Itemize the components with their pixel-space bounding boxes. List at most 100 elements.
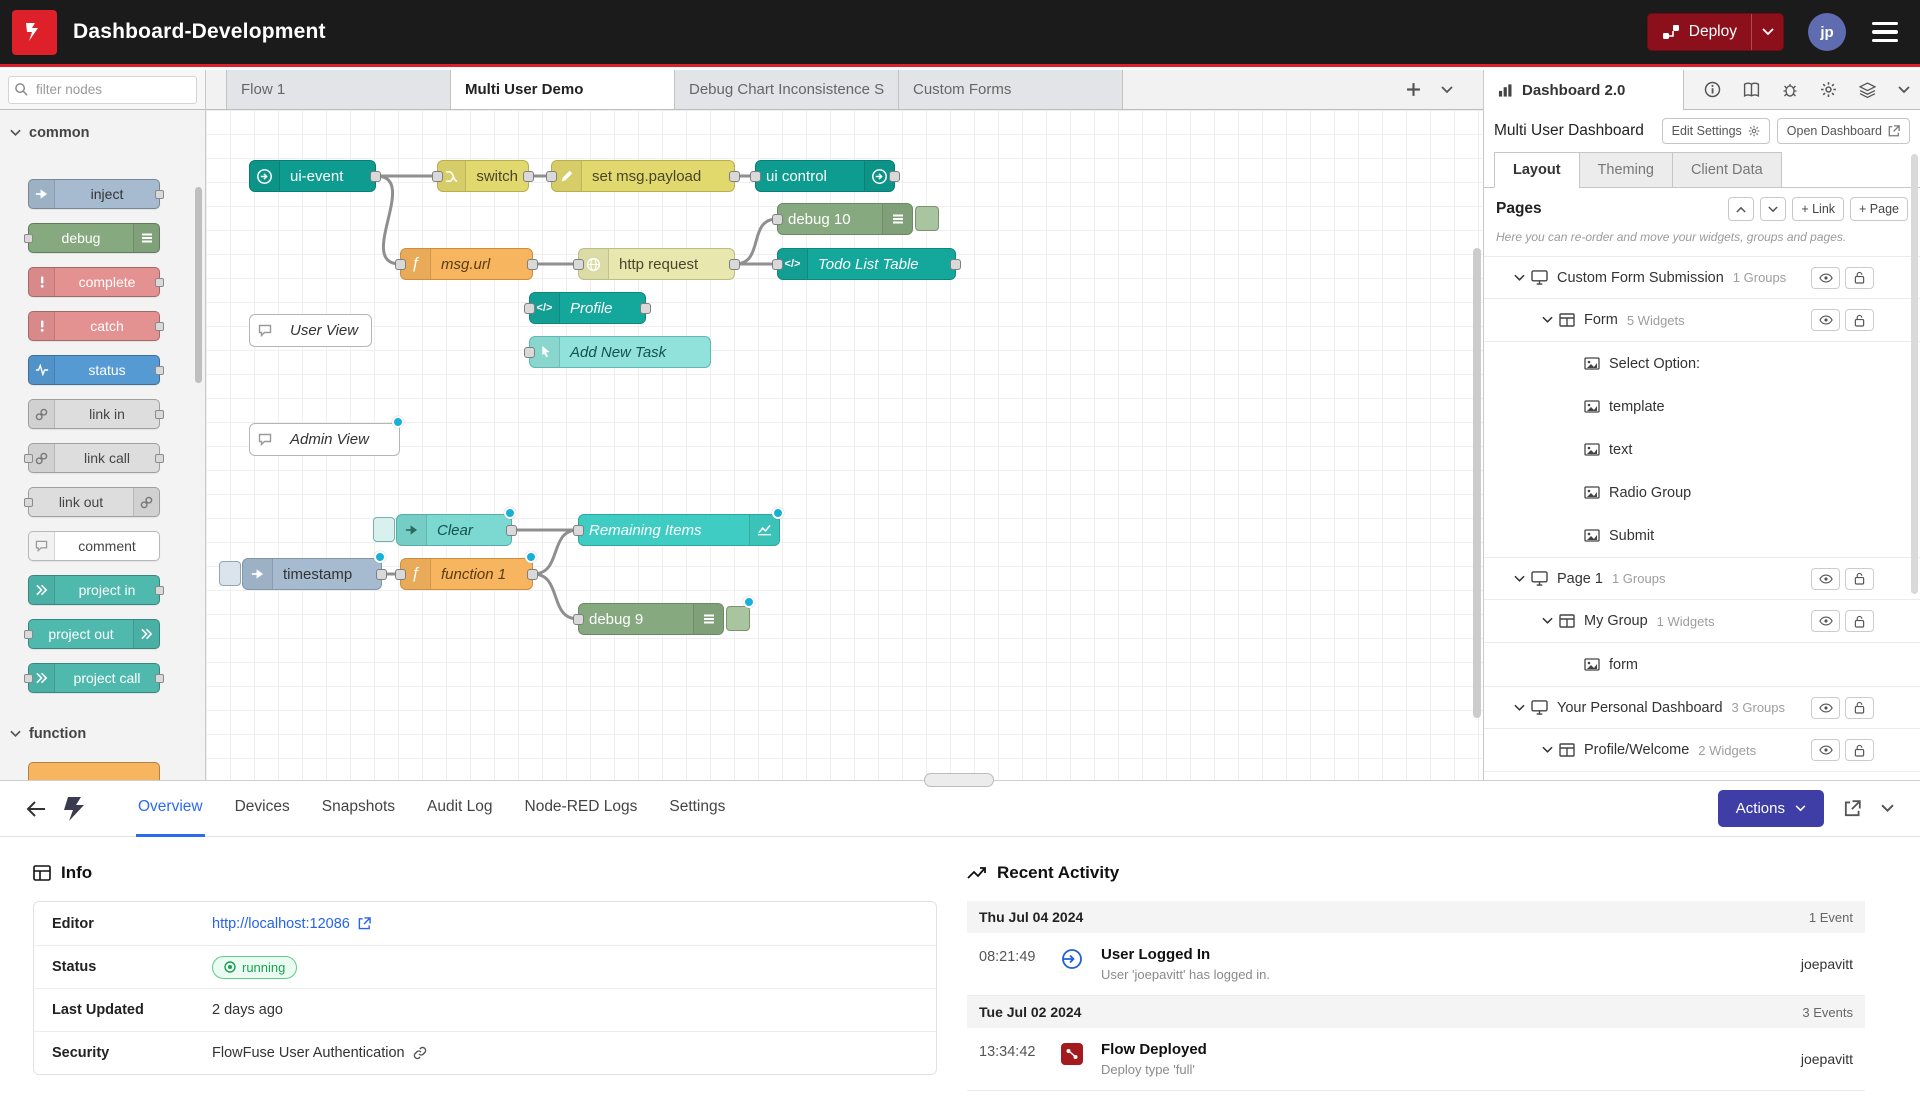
node-port[interactable] [376,569,387,580]
main-menu-icon[interactable] [1872,22,1898,43]
palette-node-link-in[interactable]: link in [28,399,160,429]
node-remaining-items[interactable]: Remaining Items [578,514,780,546]
open-dashboard-button[interactable]: Open Dashboard [1777,118,1910,144]
wire[interactable] [533,574,578,619]
panel-resize-handle[interactable] [924,773,994,787]
node-profile[interactable]: </> Profile [529,292,646,324]
node-port[interactable] [506,525,517,536]
node-todo-list-table[interactable]: </> Todo List Table [777,248,956,280]
palette-scrollbar[interactable] [195,187,202,383]
chevron-down-icon[interactable] [1542,746,1553,754]
lock-toggle[interactable] [1845,610,1874,632]
lock-toggle[interactable] [1845,309,1874,331]
actions-button[interactable]: Actions [1718,790,1824,827]
node-port[interactable] [772,259,783,270]
collapse-panel-caret[interactable] [1881,804,1894,813]
lock-toggle[interactable] [1845,697,1874,719]
visibility-toggle[interactable] [1811,739,1840,761]
node-port[interactable] [527,569,538,580]
palette-category-function[interactable]: function [0,719,205,749]
palette-node-debug[interactable]: debug [28,223,160,253]
tree-group-row[interactable]: Form 5 Widgets [1484,299,1920,342]
node-port[interactable] [750,171,761,182]
add-page-button[interactable]: + Page [1850,197,1908,221]
add-link-button[interactable]: + Link [1792,197,1844,221]
visibility-toggle[interactable] [1811,267,1840,289]
user-avatar[interactable]: jp [1808,13,1846,51]
node-http-request[interactable]: http request [578,248,735,280]
tree-page-row[interactable]: Custom Form Submission 1 Groups [1484,256,1920,299]
palette-node-project-call[interactable]: project call [28,663,160,693]
visibility-toggle[interactable] [1811,309,1840,331]
sidebar-scrollbar[interactable] [1911,154,1918,594]
node-port[interactable] [395,569,406,580]
back-arrow-icon[interactable] [26,801,46,817]
tree-page-row[interactable]: Your Personal Dashboard 3 Groups [1484,686,1920,729]
comment-admin-view[interactable]: Admin View [249,423,400,456]
lock-toggle[interactable] [1845,267,1874,289]
tree-widget-row[interactable]: Submit [1484,514,1920,557]
visibility-toggle[interactable] [1811,568,1840,590]
node-port[interactable] [729,171,740,182]
activity-event-row[interactable]: 13:34:42 Flow Deployed Deploy type 'full… [967,1028,1865,1091]
tab-node-red-logs[interactable]: Node-RED Logs [523,781,640,837]
collapse-all-button[interactable] [1728,197,1754,221]
node-port[interactable] [524,347,535,358]
deploy-button[interactable]: Deploy [1647,13,1784,51]
tab-devices[interactable]: Devices [233,781,292,837]
node-ui-event[interactable]: ui-event [249,160,376,192]
flow-tab-multi-user-demo[interactable]: Multi User Demo [450,70,675,109]
comment-user-view[interactable]: User View [249,314,372,347]
activity-event-row[interactable]: 08:21:49 User Logged In User 'joepavitt'… [967,933,1865,996]
canvas-scrollbar[interactable] [1473,248,1481,718]
node-port[interactable] [950,259,961,270]
node-clear[interactable]: Clear [396,514,512,546]
palette-node-complete[interactable]: complete [28,267,160,297]
palette-category-common[interactable]: common [0,118,205,148]
node-port[interactable] [546,171,557,182]
tab-theming[interactable]: Theming [1579,152,1673,188]
node-debug-10[interactable]: debug 10 [777,203,913,235]
node-msg-url[interactable]: ƒ msg.url [400,248,533,280]
palette-node-comment[interactable]: comment [28,531,160,561]
lock-toggle[interactable] [1845,568,1874,590]
flow-tab-flow1[interactable]: Flow 1 [226,70,451,109]
node-switch[interactable]: switch [437,160,529,192]
palette-node-project-out[interactable]: project out [28,619,160,649]
node-port[interactable] [573,259,584,270]
chevron-down-icon[interactable] [1514,274,1525,282]
inject-button[interactable] [219,561,241,586]
node-port[interactable] [573,525,584,536]
node-port[interactable] [432,171,443,182]
chevron-down-icon[interactable] [1514,704,1525,712]
visibility-toggle[interactable] [1811,610,1840,632]
node-port[interactable] [524,303,535,314]
help-book-icon[interactable] [1739,78,1764,102]
tree-widget-row[interactable]: form [1484,643,1920,686]
flow-canvas[interactable]: ui-event switch set msg.payload ui contr… [206,110,1483,780]
visibility-toggle[interactable] [1811,697,1840,719]
tree-widget-row[interactable]: Radio Group [1484,471,1920,514]
editor-link[interactable]: http://localhost:12086 [212,916,350,932]
add-flow-button[interactable] [1406,82,1421,97]
palette-node-link-out[interactable]: link out [28,487,160,517]
bug-icon[interactable] [1778,78,1802,102]
lock-toggle[interactable] [1845,739,1874,761]
layers-icon[interactable] [1855,78,1880,102]
tree-widget-row[interactable]: Select Option: [1484,342,1920,385]
palette-node-project-in[interactable]: project in [28,575,160,605]
chevron-down-icon[interactable] [1514,575,1525,583]
node-port[interactable] [370,171,381,182]
tab-overview[interactable]: Overview [136,781,205,837]
expand-all-button[interactable] [1760,197,1786,221]
palette-node-function[interactable] [28,762,160,780]
open-external-icon[interactable] [1844,800,1861,817]
palette-node-catch[interactable]: catch [28,311,160,341]
deploy-options-caret[interactable] [1751,14,1783,50]
node-function-1[interactable]: ƒ function 1 [400,558,533,590]
tab-layout[interactable]: Layout [1494,152,1580,188]
wire[interactable] [735,219,777,264]
palette-node-inject[interactable]: inject [28,179,160,209]
tab-audit-log[interactable]: Audit Log [425,781,495,837]
node-port[interactable] [527,259,538,270]
